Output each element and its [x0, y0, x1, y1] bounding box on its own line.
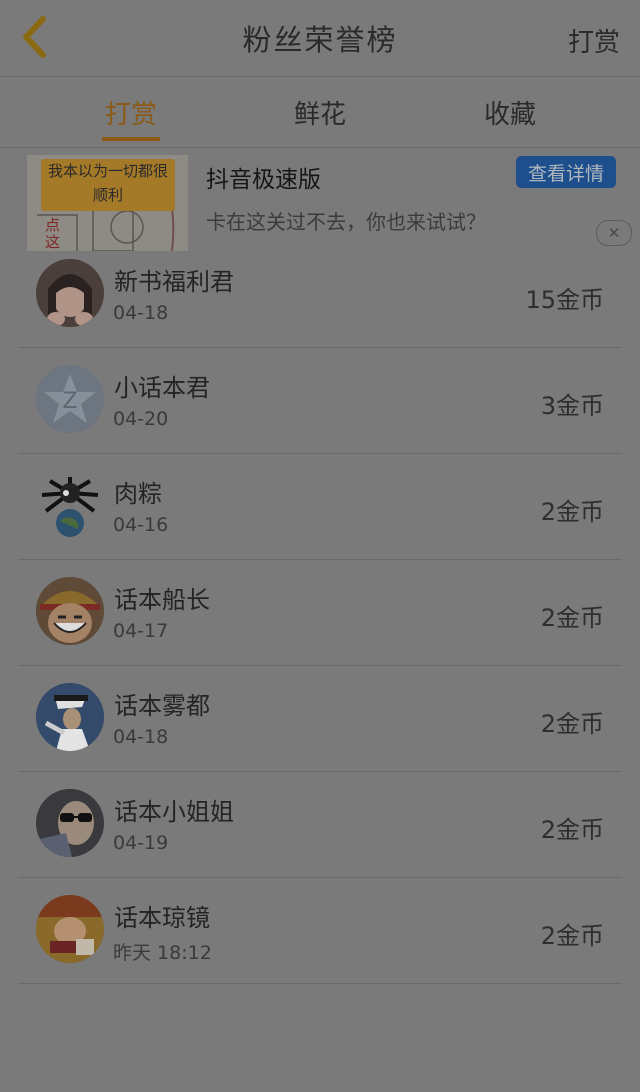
star-logo-icon: Z: [36, 365, 104, 433]
active-tab-indicator: [102, 137, 160, 141]
chevron-left-icon: [23, 16, 46, 58]
fan-name: 话本雾都: [114, 692, 210, 720]
dancer-icon: [36, 683, 104, 751]
fan-list: 新书福利君 04-18 15金币 Z 小话本君 04-20 3金币 肉粽 04-…: [0, 242, 640, 984]
fan-date: 04-19: [113, 832, 169, 854]
ad-title: 抖音极速版: [206, 167, 321, 193]
avatar: Z: [36, 365, 104, 433]
fan-name: 肉粽: [114, 480, 162, 508]
fan-name: 话本船长: [114, 586, 210, 614]
ad-details-button[interactable]: 查看详情: [516, 156, 616, 188]
fan-name: 小话本君: [114, 374, 210, 402]
list-item[interactable]: 新书福利君 04-18 15金币: [18, 242, 622, 348]
list-item[interactable]: 话本小姐姐 04-19 2金币: [18, 772, 622, 878]
list-item[interactable]: Z 小话本君 04-20 3金币: [18, 348, 622, 454]
avatar: [36, 471, 104, 539]
fan-date: 04-18: [113, 302, 169, 324]
top-bar: 粉丝荣誉榜 打赏: [0, 0, 640, 77]
reward-amount: 3金币: [540, 392, 604, 420]
ad-image-caption: 我本以为一切都很 顺利: [41, 159, 175, 211]
avatar: [36, 577, 104, 645]
fan-date: 04-17: [113, 620, 169, 642]
fan-name: 话本小姐姐: [114, 798, 234, 826]
tab-bar: 打赏 鲜花 收藏: [0, 77, 640, 148]
cartoon-globe-icon: [36, 471, 104, 539]
reward-button[interactable]: 打赏: [568, 22, 620, 59]
close-icon: ✕: [607, 224, 621, 242]
ad-description: 卡在这关过不去，你也来试试？: [206, 210, 486, 234]
fan-name: 新书福利君: [114, 268, 234, 296]
list-item[interactable]: 话本雾都 04-18 2金币: [18, 666, 622, 772]
back-button[interactable]: [14, 14, 54, 60]
page-title: 粉丝荣誉榜: [242, 23, 398, 57]
list-item[interactable]: 肉粽 04-16 2金币: [18, 454, 622, 560]
fan-name: 话本琼镜: [114, 904, 210, 932]
fan-date: 04-16: [113, 514, 169, 536]
reward-amount: 2金币: [540, 922, 604, 950]
svg-text:Z: Z: [62, 389, 77, 414]
avatar: [36, 683, 104, 751]
reward-amount: 2金币: [540, 604, 604, 632]
avatar: [36, 895, 104, 963]
tab-flowers[interactable]: 鲜花: [240, 77, 400, 147]
fan-date: 04-20: [113, 408, 169, 430]
fan-date: 04-18: [113, 726, 169, 748]
comic-icon: [36, 895, 104, 963]
reward-amount: 15金币: [525, 286, 604, 314]
pirate-icon: [36, 577, 104, 645]
ad-banner[interactable]: 我本以为一切都很 顺利 点这 抖音极速版 卡在这关过不去，你也来试试？ 查看详情: [0, 148, 640, 252]
tab-favorites[interactable]: 收藏: [430, 77, 590, 147]
girl-avatar-icon: [36, 259, 104, 327]
list-item[interactable]: 话本琼镜 昨天 18:12 2金币: [18, 878, 622, 984]
ad-image[interactable]: 我本以为一切都很 顺利 点这: [27, 155, 188, 251]
fan-date: 昨天 18:12: [113, 942, 212, 964]
reward-amount: 2金币: [540, 710, 604, 738]
reward-amount: 2金币: [540, 816, 604, 844]
reward-amount: 2金币: [540, 498, 604, 526]
sunglasses-icon: [36, 789, 104, 857]
list-item[interactable]: 话本船长 04-17 2金币: [18, 560, 622, 666]
avatar: [36, 789, 104, 857]
avatar: [36, 259, 104, 327]
